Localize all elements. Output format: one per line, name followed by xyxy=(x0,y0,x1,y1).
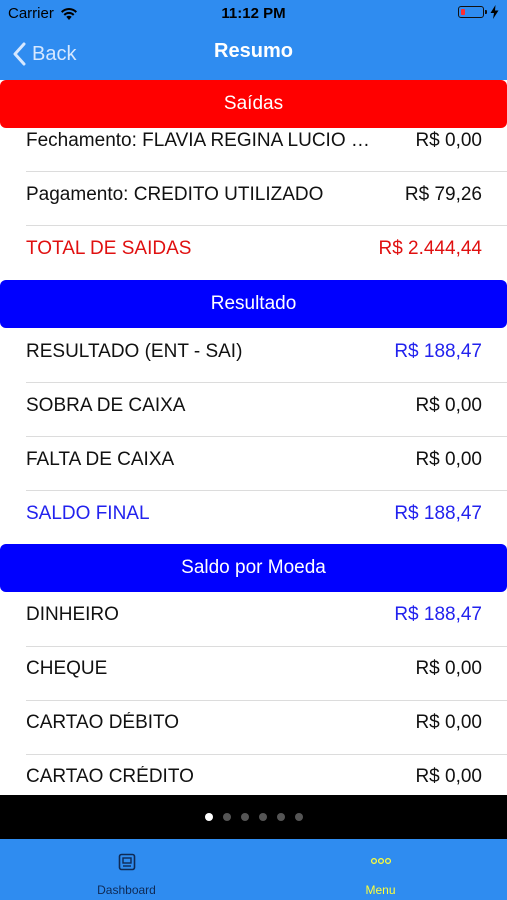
row-value: R$ 0,00 xyxy=(415,395,482,416)
row-label: SOBRA DE CAIXA xyxy=(26,395,186,416)
status-bar: Carrier 11:12 PM xyxy=(0,0,507,28)
row-value: R$ 2.444,44 xyxy=(378,238,482,259)
page-dot-active[interactable] xyxy=(204,813,213,821)
list-item[interactable]: CARTAO CRÉDITO R$ 0,00 xyxy=(0,750,507,795)
page-title: Resumo xyxy=(214,40,293,62)
row-value: R$ 0,00 xyxy=(415,766,482,787)
tab-dashboard[interactable]: Dashboard xyxy=(0,839,253,900)
page-dot[interactable] xyxy=(276,813,285,821)
row-label: RESULTADO (ENT - SAI) xyxy=(26,341,243,362)
row-value: R$ 79,26 xyxy=(404,184,482,205)
navigation-bar: Back Resumo xyxy=(0,28,507,80)
section-header-saldo-moeda: Saldo por Moeda xyxy=(0,544,507,592)
list-item[interactable]: CARTAO DÉBITO R$ 0,00 xyxy=(0,696,507,750)
dashboard-icon xyxy=(118,853,135,871)
row-label: TOTAL DE SAIDAS xyxy=(26,238,192,259)
charging-bolt-icon xyxy=(490,5,499,19)
row-label: SALDO FINAL xyxy=(26,503,150,524)
row-value: R$ 0,00 xyxy=(415,712,482,733)
list-item[interactable]: Pagamento: CREDITO UTILIZADO R$ 79,26 xyxy=(0,168,507,222)
page-dot[interactable] xyxy=(240,813,249,821)
battery-icon xyxy=(458,6,487,18)
row-label: FALTA DE CAIXA xyxy=(26,449,175,470)
page-indicator[interactable] xyxy=(0,795,507,839)
list-item[interactable]: SOBRA DE CAIXA R$ 0,00 xyxy=(0,379,507,433)
page-dot[interactable] xyxy=(222,813,231,821)
saldo-final-row[interactable]: SALDO FINAL R$ 188,47 xyxy=(0,487,507,541)
row-label: CARTAO CRÉDITO xyxy=(26,766,194,787)
row-label: CARTAO DÉBITO xyxy=(26,712,180,733)
list-item[interactable]: RESULTADO (ENT - SAI) R$ 188,47 xyxy=(0,325,507,379)
more-dots-icon xyxy=(370,857,391,865)
row-label: CHEQUE xyxy=(26,658,108,679)
page-dot[interactable] xyxy=(294,813,303,821)
list-item[interactable]: Fechamento: FLAVIA REGINA LUCIO DE ALMEI… xyxy=(0,114,507,168)
row-value: R$ 188,47 xyxy=(394,604,482,625)
summary-list[interactable]: Saídas Fechamento: FLAVIA REGINA LUCIO D… xyxy=(0,80,507,795)
row-label: Fechamento: FLAVIA REGINA LUCIO DE ALMEI… xyxy=(26,130,377,151)
total-saidas-row[interactable]: TOTAL DE SAIDAS R$ 2.444,44 xyxy=(0,222,507,276)
page-dot[interactable] xyxy=(258,813,267,821)
row-value: R$ 188,47 xyxy=(394,341,482,362)
status-time: 11:12 PM xyxy=(221,5,286,22)
row-value: R$ 0,00 xyxy=(415,130,482,151)
tab-label: Menu xyxy=(365,883,396,897)
row-value: R$ 188,47 xyxy=(394,503,482,524)
tab-bar: Dashboard Menu xyxy=(0,839,507,900)
row-label: DINHEIRO xyxy=(26,604,119,625)
tab-menu[interactable]: Menu xyxy=(254,839,507,900)
top-bar: Carrier 11:12 PM Back Resumo xyxy=(0,0,507,80)
row-label: Pagamento: CREDITO UTILIZADO xyxy=(26,184,324,205)
row-value: R$ 0,00 xyxy=(415,658,482,679)
list-item[interactable]: DINHEIRO R$ 188,47 xyxy=(0,588,507,642)
list-item[interactable]: FALTA DE CAIXA R$ 0,00 xyxy=(0,433,507,487)
row-value: R$ 0,00 xyxy=(415,449,482,470)
tab-label: Dashboard xyxy=(97,883,156,897)
list-item[interactable]: CHEQUE R$ 0,00 xyxy=(0,642,507,696)
section-header-resultado: Resultado xyxy=(0,280,507,328)
